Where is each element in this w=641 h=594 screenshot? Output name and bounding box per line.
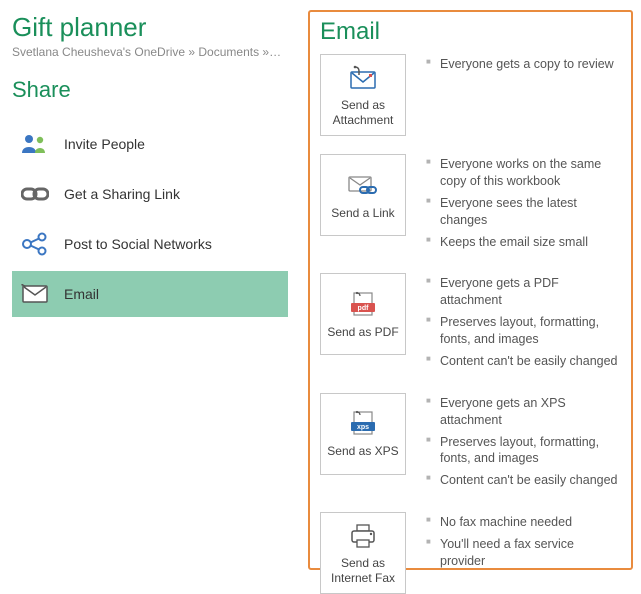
share-item-label: Invite People [64, 136, 145, 152]
people-icon [20, 129, 50, 159]
share-network-icon [20, 229, 50, 259]
email-option-row: Send a Link Everyone works on the same c… [320, 154, 621, 255]
link-envelope-icon [347, 172, 379, 200]
option-description: Everyone gets a copy to review [426, 54, 621, 78]
svg-text:xps: xps [357, 424, 369, 431]
email-heading: Email [320, 18, 621, 46]
share-heading: Share [12, 77, 288, 103]
send-as-internet-fax-button[interactable]: Send as Internet Fax [320, 512, 406, 594]
email-option-row: pdf Send as PDF Everyone gets a PDF atta… [320, 273, 621, 374]
send-a-link-button[interactable]: Send a Link [320, 154, 406, 236]
bullet-item: Keeps the email size small [426, 234, 621, 251]
email-option-row: xps Send as XPS Everyone gets an XPS att… [320, 393, 621, 494]
bullet-item: You'll need a fax service provider [426, 536, 621, 570]
email-icon [20, 279, 50, 309]
breadcrumb: Svetlana Cheusheva's OneDrive » Document… [12, 45, 282, 59]
bullet-item: Content can't be easily changed [426, 353, 621, 370]
link-icon [20, 179, 50, 209]
option-description: Everyone works on the same copy of this … [426, 154, 621, 255]
left-pane: Gift planner Svetlana Cheusheva's OneDri… [8, 8, 288, 321]
send-as-pdf-button[interactable]: pdf Send as PDF [320, 273, 406, 355]
share-item-label: Email [64, 286, 99, 302]
send-as-xps-button[interactable]: xps Send as XPS [320, 393, 406, 475]
page-title: Gift planner [12, 12, 288, 43]
button-label: Send as XPS [327, 444, 398, 459]
bullet-item: No fax machine needed [426, 514, 621, 531]
bullet-item: Everyone gets a PDF attachment [426, 275, 621, 309]
bullet-item: Everyone gets an XPS attachment [426, 395, 621, 429]
share-item-sharing-link[interactable]: Get a Sharing Link [12, 171, 288, 217]
button-label: Send a Link [331, 206, 394, 221]
button-label: Send as Attachment [325, 98, 401, 128]
share-item-label: Get a Sharing Link [64, 186, 180, 202]
right-pane: Email Send as Attachment Everyone ge [308, 8, 633, 570]
bullet-item: Preserves layout, formatting, fonts, and… [426, 434, 621, 468]
pdf-icon: pdf [347, 291, 379, 319]
share-item-social-networks[interactable]: Post to Social Networks [12, 221, 288, 267]
email-option-row: Send as Attachment Everyone gets a copy … [320, 54, 621, 136]
bullet-item: Everyone sees the latest changes [426, 195, 621, 229]
email-option-row: Send as Internet Fax No fax machine need… [320, 512, 621, 594]
svg-text:pdf: pdf [358, 305, 370, 312]
button-label: Send as PDF [327, 325, 398, 340]
option-description: No fax machine needed You'll need a fax … [426, 512, 621, 575]
attachment-envelope-icon [347, 64, 379, 92]
option-description: Everyone gets a PDF attachment Preserves… [426, 273, 621, 374]
bullet-item: Everyone gets a copy to review [426, 56, 621, 73]
xps-icon: xps [347, 410, 379, 438]
share-item-email[interactable]: Email [12, 271, 288, 317]
button-label: Send as Internet Fax [325, 556, 401, 586]
option-description: Everyone gets an XPS attachment Preserve… [426, 393, 621, 494]
bullet-item: Content can't be easily changed [426, 472, 621, 489]
bullet-item: Everyone works on the same copy of this … [426, 156, 621, 190]
share-item-label: Post to Social Networks [64, 236, 212, 252]
share-item-invite-people[interactable]: Invite People [12, 121, 288, 167]
bullet-item: Preserves layout, formatting, fonts, and… [426, 314, 621, 348]
fax-icon [347, 522, 379, 550]
email-panel: Email Send as Attachment Everyone ge [308, 10, 633, 570]
send-as-attachment-button[interactable]: Send as Attachment [320, 54, 406, 136]
